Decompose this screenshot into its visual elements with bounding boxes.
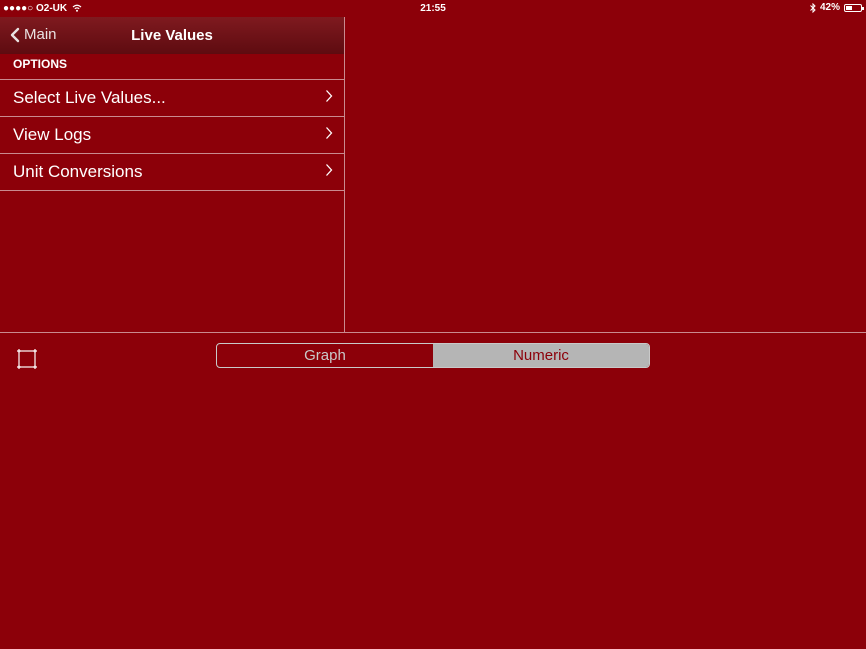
option-label: Unit Conversions bbox=[13, 162, 143, 181]
chevron-right-icon bbox=[326, 127, 333, 139]
battery-icon bbox=[844, 3, 864, 12]
nav-bar: Main Live Values bbox=[0, 17, 344, 54]
clock: 21:55 bbox=[420, 3, 446, 14]
battery-fill bbox=[846, 5, 852, 10]
section-header: OPTIONS bbox=[13, 57, 68, 71]
chevron-right-icon bbox=[326, 164, 333, 176]
battery-percent: 42% bbox=[819, 2, 840, 13]
page-title: Live Values bbox=[131, 27, 213, 44]
option-unit-conversions[interactable]: Unit Conversions bbox=[0, 153, 344, 191]
option-select-live-values[interactable]: Select Live Values... bbox=[0, 79, 344, 116]
chevron-right-icon bbox=[326, 90, 333, 102]
status-bar: ●●●●○ O2-UK 21:55 42% bbox=[0, 0, 866, 17]
status-right: 42% bbox=[810, 2, 864, 13]
segment-numeric[interactable]: Numeric bbox=[433, 344, 649, 367]
view-mode-segmented-control: Graph Numeric bbox=[216, 343, 650, 368]
options-panel: Main Live Values OPTIONS Select Live Val… bbox=[0, 17, 345, 332]
segment-graph[interactable]: Graph bbox=[217, 344, 433, 367]
options-list: Select Live Values... View Logs Unit Con… bbox=[0, 79, 344, 191]
option-label: View Logs bbox=[13, 125, 92, 144]
bluetooth-icon bbox=[810, 2, 816, 13]
horizontal-divider bbox=[0, 332, 866, 333]
option-view-logs[interactable]: View Logs bbox=[0, 116, 344, 153]
expand-icon[interactable] bbox=[16, 348, 38, 370]
option-label: Select Live Values... bbox=[13, 88, 166, 107]
